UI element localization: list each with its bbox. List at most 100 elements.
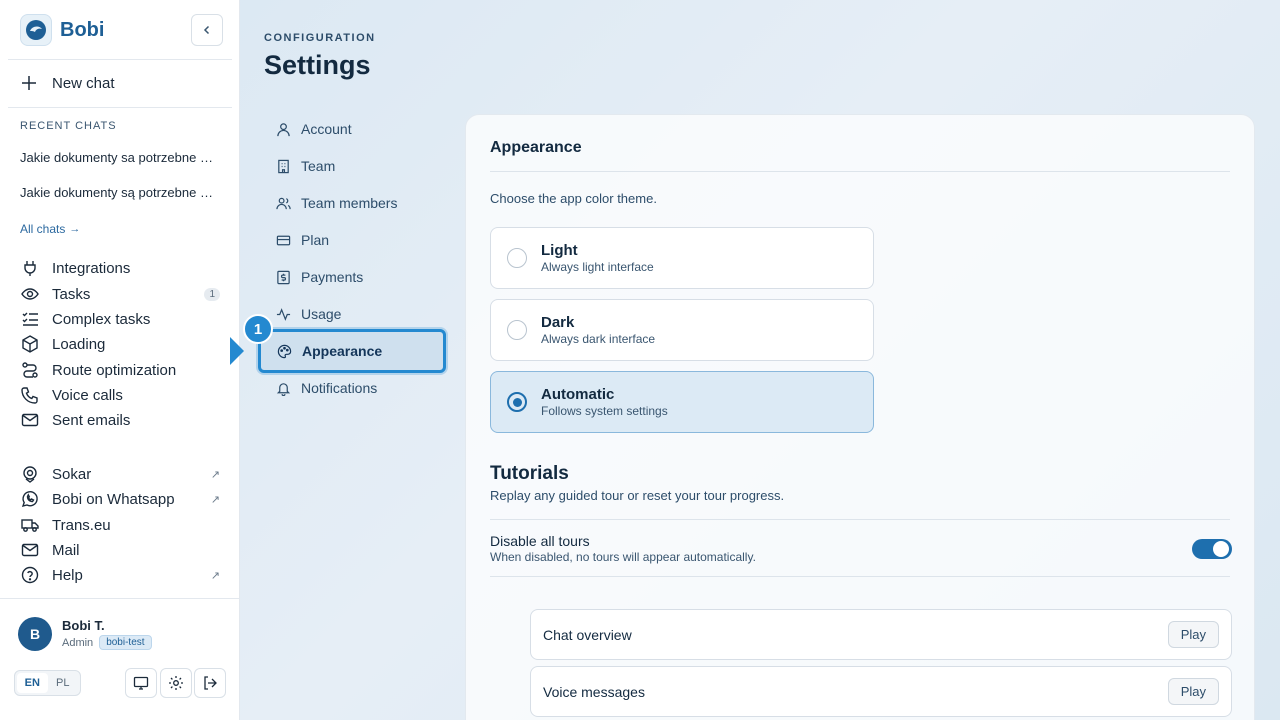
- sidebar-item-complex-tasks[interactable]: Complex tasks: [20, 308, 220, 330]
- brand[interactable]: Bobi: [20, 14, 104, 46]
- user-profile[interactable]: B Bobi T. Admin bobi-test: [18, 617, 152, 651]
- tour-step-badge: 1: [243, 314, 273, 344]
- sidebar-item-route-optimization[interactable]: Route optimization: [20, 359, 220, 381]
- radio-button[interactable]: [507, 248, 527, 268]
- settings-button[interactable]: [160, 668, 192, 698]
- chevron-left-icon: [203, 25, 210, 35]
- sidebar-item-bobi-on-whatsapp[interactable]: Bobi on Whatsapp ↗: [20, 488, 220, 510]
- settings-tab-label: Appearance: [302, 343, 383, 359]
- collapse-sidebar-button[interactable]: [191, 14, 223, 46]
- radio-button[interactable]: [507, 320, 527, 340]
- truck-icon: [20, 515, 40, 535]
- tour-name: Chat overview: [543, 626, 632, 643]
- bell-icon: [276, 381, 292, 396]
- dollar-icon: [276, 270, 292, 285]
- theme-option-dark[interactable]: Dark Always dark interface: [490, 299, 874, 361]
- tasks-count-badge: 1: [204, 287, 220, 301]
- phone-icon: [20, 385, 40, 405]
- sidebar-item-help[interactable]: Help ↗: [20, 564, 220, 586]
- settings-tab-team[interactable]: Team: [264, 150, 444, 182]
- activity-icon: [276, 307, 292, 322]
- settings-tab-usage[interactable]: Usage: [264, 298, 444, 330]
- bobi-logo-icon: [20, 14, 52, 46]
- external-link-icon: ↗: [210, 569, 220, 582]
- settings-tab-appearance[interactable]: Appearance: [258, 329, 446, 373]
- sidebar-item-integrations[interactable]: Integrations: [20, 257, 220, 279]
- monitor-icon: [133, 676, 149, 690]
- mail-icon: [20, 540, 40, 560]
- settings-tab-label: Account: [301, 121, 352, 137]
- sidebar-item-sokar[interactable]: Sokar ↗: [20, 463, 220, 485]
- logout-icon: [204, 676, 217, 690]
- theme-option-automatic[interactable]: Automatic Follows system settings: [490, 371, 874, 433]
- sidebar-item-label: Tasks: [52, 285, 91, 303]
- logout-button[interactable]: [194, 668, 226, 698]
- radio-button[interactable]: [507, 392, 527, 412]
- appearance-panel: Appearance Choose the app color theme. L…: [465, 114, 1255, 720]
- recent-chats-heading: RECENT CHATS: [20, 120, 117, 132]
- settings-tab-notifications[interactable]: Notifications: [264, 372, 444, 404]
- tutorials-subtitle: Replay any guided tour or reset your tou…: [490, 488, 785, 503]
- theme-description: Always dark interface: [541, 332, 656, 346]
- recent-chat-item[interactable]: Jakie dokumenty sa potrzebne do przewozu: [20, 150, 220, 165]
- sidebar-item-label: Voice calls: [52, 386, 123, 404]
- divider: [490, 171, 1230, 172]
- section-title: Appearance: [490, 139, 582, 156]
- sidebar-item-tasks[interactable]: Tasks 1: [20, 283, 220, 305]
- new-chat-label: New chat: [52, 74, 115, 92]
- sidebar-item-sent-emails[interactable]: Sent emails: [20, 409, 220, 431]
- theme-name: Light: [541, 242, 578, 259]
- tenant-badge: bobi-test: [99, 635, 152, 650]
- all-chats-label: All chats: [20, 222, 66, 236]
- sidebar-item-trans-eu[interactable]: Trans.eu: [20, 514, 220, 536]
- plus-icon: [20, 74, 40, 92]
- sidebar-item-voice-calls[interactable]: Voice calls: [20, 384, 220, 406]
- disable-tours-toggle[interactable]: [1192, 539, 1232, 559]
- theme-name: Dark: [541, 314, 575, 331]
- all-chats-link[interactable]: All chats →: [20, 222, 80, 236]
- theme-option-light[interactable]: Light Always light interface: [490, 227, 874, 289]
- settings-tab-payments[interactable]: Payments: [264, 261, 444, 293]
- tour-item: Voice messages Play: [530, 666, 1232, 717]
- sidebar-item-label: Complex tasks: [52, 310, 151, 328]
- sidebar-item-mail[interactable]: Mail: [20, 539, 220, 561]
- divider: [490, 576, 1230, 577]
- gear-icon: [169, 676, 183, 690]
- card-icon: [276, 233, 292, 248]
- disable-tours-label: Disable all tours: [490, 533, 590, 549]
- tour-item: Chat overview Play: [530, 609, 1232, 660]
- mail-icon: [20, 410, 40, 430]
- sidebar-item-loading[interactable]: Loading: [20, 333, 220, 355]
- brand-name: Bobi: [60, 18, 105, 41]
- palette-icon: [277, 344, 293, 359]
- sidebar: Bobi New chat RECENT CHATS Jakie dokumen…: [0, 0, 240, 720]
- settings-tab-label: Notifications: [301, 380, 378, 396]
- section-description: Choose the app color theme.: [490, 191, 657, 206]
- eye-icon: [20, 284, 40, 304]
- display-button[interactable]: [125, 668, 157, 698]
- recent-chat-item[interactable]: Jakie dokumenty są potrzebne do przewozu: [20, 185, 220, 200]
- settings-tab-plan[interactable]: Plan: [264, 224, 444, 256]
- language-switcher: EN PL: [14, 670, 81, 696]
- settings-tab-account[interactable]: Account: [264, 113, 444, 145]
- play-tour-button[interactable]: Play: [1167, 621, 1219, 648]
- settings-tab-team-members[interactable]: Team members: [264, 187, 444, 219]
- language-pl-option[interactable]: PL: [48, 673, 79, 693]
- location-icon: [20, 464, 40, 484]
- settings-tab-label: Team: [301, 158, 336, 174]
- user-icon: [276, 122, 292, 137]
- play-tour-button[interactable]: Play: [1167, 678, 1219, 705]
- theme-description: Always light interface: [541, 260, 654, 274]
- new-chat-button[interactable]: New chat: [20, 72, 115, 94]
- divider: [8, 59, 232, 60]
- package-icon: [20, 334, 40, 354]
- tour-name: Voice messages: [543, 683, 645, 700]
- settings-tab-label: Payments: [301, 269, 364, 285]
- theme-description: Follows system settings: [541, 404, 668, 418]
- settings-tab-label: Plan: [301, 232, 330, 248]
- settings-tab-label: Team members: [301, 195, 398, 211]
- plug-icon: [20, 258, 40, 278]
- user-name: Bobi T.: [62, 618, 105, 633]
- sidebar-item-label: Bobi on Whatsapp: [52, 490, 175, 508]
- language-en-option[interactable]: EN: [17, 673, 48, 693]
